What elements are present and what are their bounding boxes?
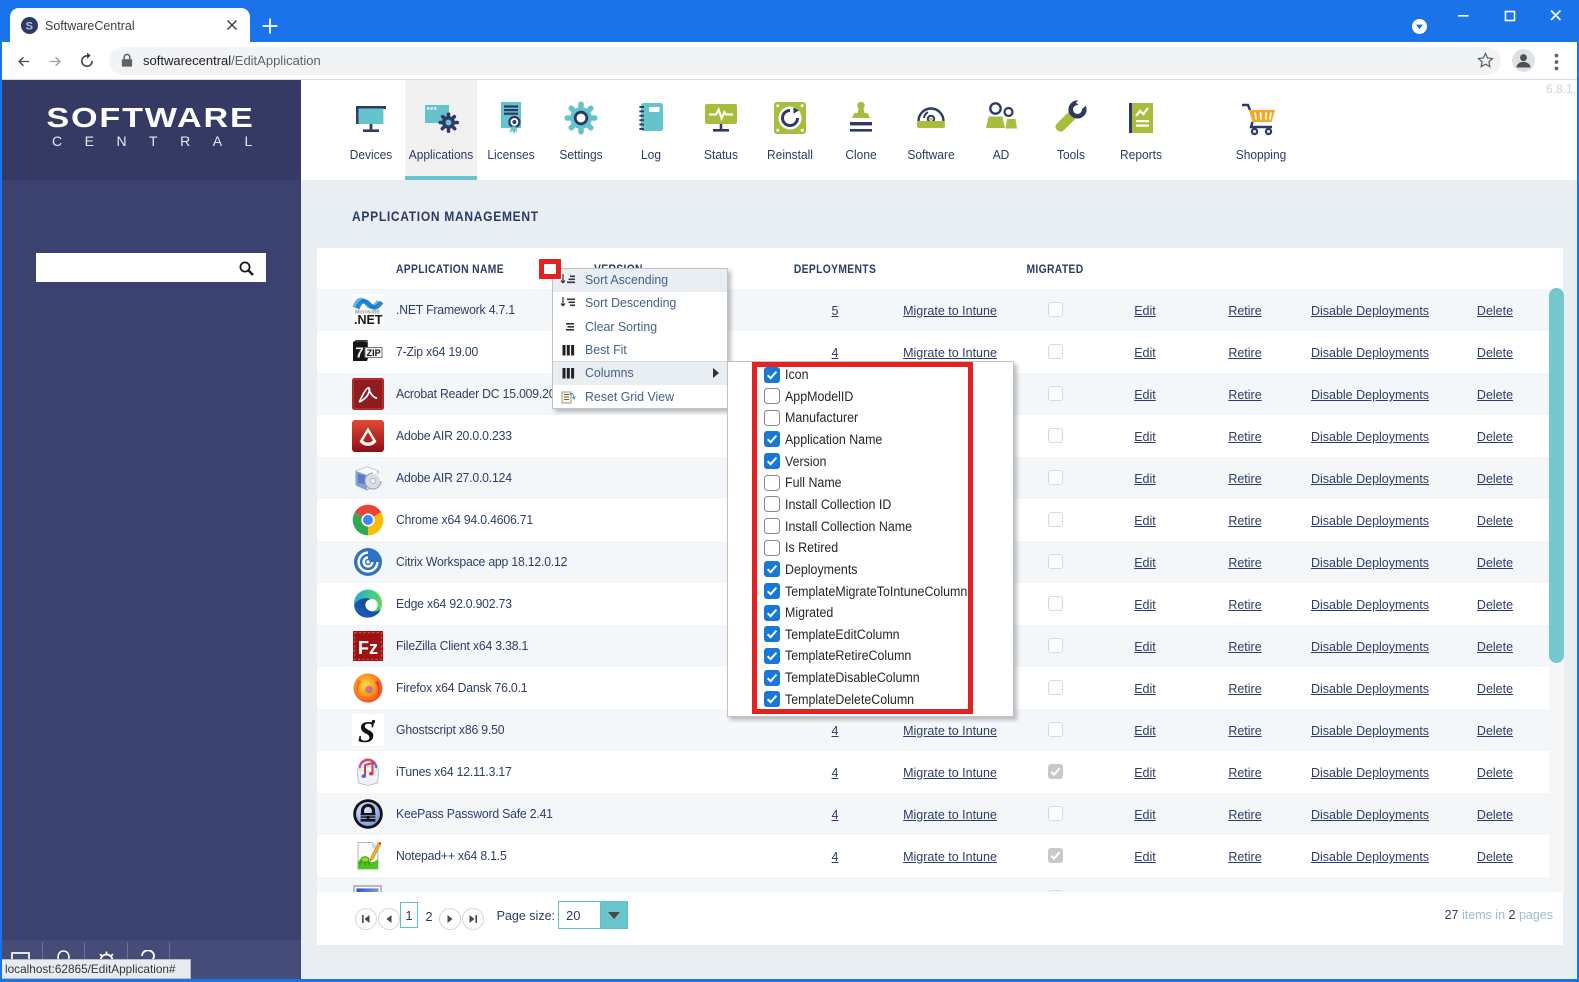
- svg-text:7: 7: [355, 345, 363, 362]
- svg-text:Fz: Fz: [358, 638, 378, 658]
- svg-text:.NET: .NET: [354, 313, 383, 326]
- svg-text:ZIP: ZIP: [367, 348, 381, 358]
- svg-text:S: S: [26, 21, 33, 33]
- svg-text:S: S: [358, 714, 375, 746]
